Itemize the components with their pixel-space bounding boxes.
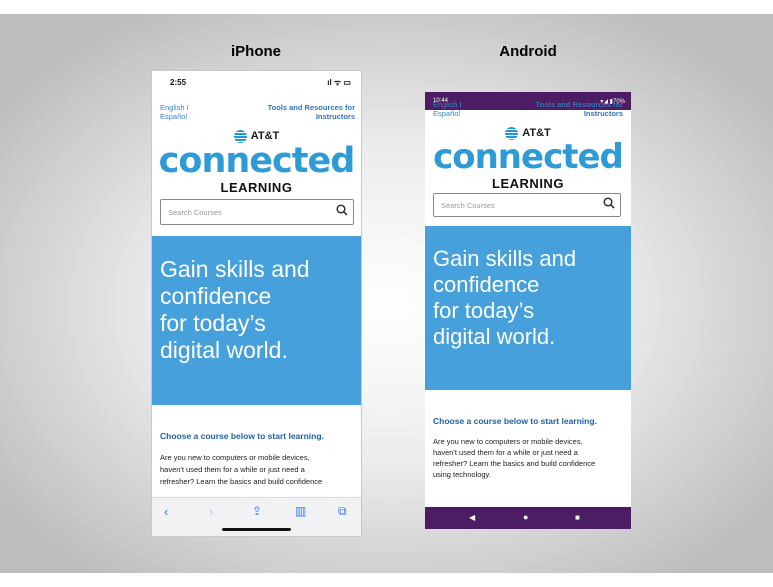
tabs-icon[interactable]: ⧉ xyxy=(338,504,347,519)
hero-line-3: for today’s xyxy=(160,310,266,337)
hero-banner: Gain skills and confidence for today’s d… xyxy=(152,236,361,405)
language-english[interactable]: English I xyxy=(433,100,462,109)
intro-line-2: haven't used them for a while or just ne… xyxy=(160,465,305,474)
intro-line-1: Are you new to computers or mobile devic… xyxy=(160,453,310,462)
hero-line-4: digital world. xyxy=(160,337,288,364)
status-icons: ıl ᯤ ▭ xyxy=(327,77,351,87)
intro-paragraph: Are you new to computers or mobile devic… xyxy=(433,436,595,480)
intro-line-3: refresher? Learn the basics and build co… xyxy=(433,459,596,468)
top-band xyxy=(0,0,773,14)
language-spanish[interactable]: Español xyxy=(433,109,462,118)
language-spanish[interactable]: Español xyxy=(160,112,189,121)
tools-line-1[interactable]: Tools and Resources for xyxy=(235,103,355,112)
intro-line-3: refresher? Learn the basics and build co… xyxy=(160,477,323,486)
share-icon[interactable]: ⇪ xyxy=(252,504,262,518)
choose-heading: Choose a course below to start learning. xyxy=(433,416,597,426)
language-link[interactable]: English I Español xyxy=(160,103,189,121)
tools-line-2[interactable]: Instructors xyxy=(235,112,355,121)
iphone-title: iPhone xyxy=(230,43,281,60)
intro-line-1: Are you new to computers or mobile devic… xyxy=(433,437,583,446)
hero-line-2: confidence xyxy=(433,271,540,297)
choose-heading: Choose a course below to start learning. xyxy=(160,431,324,441)
android-nav-bar: ◀ ● ■ xyxy=(425,507,631,529)
search-icon[interactable] xyxy=(336,203,348,221)
connected-logo: connected xyxy=(433,137,624,177)
status-time: 2:55 xyxy=(170,77,187,87)
tools-line-2[interactable]: Instructors xyxy=(503,109,623,118)
connected-logo: connected xyxy=(158,141,356,181)
intro-paragraph: Are you new to computers or mobile devic… xyxy=(160,452,322,488)
bookmarks-icon[interactable]: ▥ xyxy=(295,504,306,518)
learning-logo: LEARNING xyxy=(492,176,564,191)
nav-home-icon[interactable]: ● xyxy=(523,512,528,522)
safari-toolbar: ‹ › ⇪ ▥ ⧉ xyxy=(152,497,361,536)
intro-line-2: haven't used them for a while or just ne… xyxy=(433,448,578,457)
android-title: Android xyxy=(499,43,557,60)
search-field[interactable]: Search Courses xyxy=(160,199,354,225)
nav-recents-icon[interactable]: ■ xyxy=(575,513,580,522)
iphone-status-bar: 2:55 ıl ᯤ ▭ xyxy=(152,71,361,93)
language-link[interactable]: English I Español xyxy=(433,100,462,118)
bottom-band xyxy=(0,573,773,587)
search-input[interactable]: Search Courses xyxy=(441,201,495,210)
hero-line-1: Gain skills and xyxy=(433,246,577,271)
instructor-tools-link[interactable]: Tools and Resources for Instructors xyxy=(503,100,623,118)
search-field[interactable]: Search Courses xyxy=(433,193,621,217)
back-icon[interactable]: ‹ xyxy=(164,504,168,519)
hero-line-4: digital world. xyxy=(433,323,556,349)
hero-line-2: confidence xyxy=(160,283,272,310)
forward-icon[interactable]: › xyxy=(209,504,213,519)
iphone-screen: 2:55 ıl ᯤ ▭ English I Español Tools and … xyxy=(152,71,361,536)
intro-line-4: using technology. xyxy=(433,470,491,479)
instructor-tools-link[interactable]: Tools and Resources for Instructors xyxy=(235,103,355,121)
home-indicator[interactable] xyxy=(222,528,291,531)
android-screen: 10:44 ▾◢ ▮70% English I Español Tools an… xyxy=(425,92,631,529)
nav-back-icon[interactable]: ◀ xyxy=(469,513,475,522)
hero-line-3: for today’s xyxy=(433,297,535,323)
search-icon[interactable] xyxy=(603,196,615,214)
hero-banner: Gain skills and confidence for today’s d… xyxy=(425,226,631,390)
search-input[interactable]: Search Courses xyxy=(168,208,222,217)
tools-line-1[interactable]: Tools and Resources for xyxy=(503,100,623,109)
language-english[interactable]: English I xyxy=(160,103,189,112)
hero-line-1: Gain skills and xyxy=(160,256,310,282)
learning-logo: LEARNING xyxy=(220,180,293,195)
